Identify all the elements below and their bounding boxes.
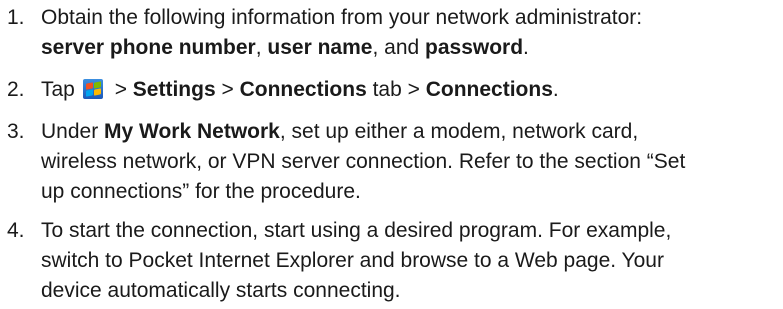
step-number: 4. xyxy=(7,219,25,242)
menu-settings: Settings xyxy=(132,78,216,101)
step-text: Obtain the following information from yo… xyxy=(41,3,783,63)
step-line: To start the connection, start using a d… xyxy=(41,219,672,242)
step-line: server phone number, user name, and pass… xyxy=(41,36,529,59)
step-line: Tap > Settings > Connections tab > Conne… xyxy=(41,78,559,101)
item-connections: Connections xyxy=(425,78,553,101)
term-server-phone-number: server phone number xyxy=(41,36,256,59)
step-line: switch to Pocket Internet Explorer and b… xyxy=(41,249,664,272)
step-number: 3. xyxy=(7,120,25,143)
step-line: Obtain the following information from yo… xyxy=(41,6,643,29)
step-text: To start the connection, start using a d… xyxy=(41,216,783,306)
term-my-work-network: My Work Network xyxy=(104,120,280,143)
step-number: 1. xyxy=(7,6,25,29)
term-password: password xyxy=(425,36,524,59)
tab-connections: Connections xyxy=(239,78,367,101)
step-line: Under My Work Network, set up either a m… xyxy=(41,120,639,143)
step-text: Tap > Settings > Connections tab > Conne… xyxy=(41,75,783,105)
step-line: device automatically starts connecting. xyxy=(41,279,401,302)
step-line: wireless network, or VPN server connecti… xyxy=(41,150,686,173)
windows-start-icon xyxy=(82,79,103,99)
step-number: 2. xyxy=(7,78,25,101)
step-text: Under My Work Network, set up either a m… xyxy=(41,117,783,207)
term-user-name: user name xyxy=(267,36,373,59)
step-line: up connections” for the procedure. xyxy=(41,180,361,203)
